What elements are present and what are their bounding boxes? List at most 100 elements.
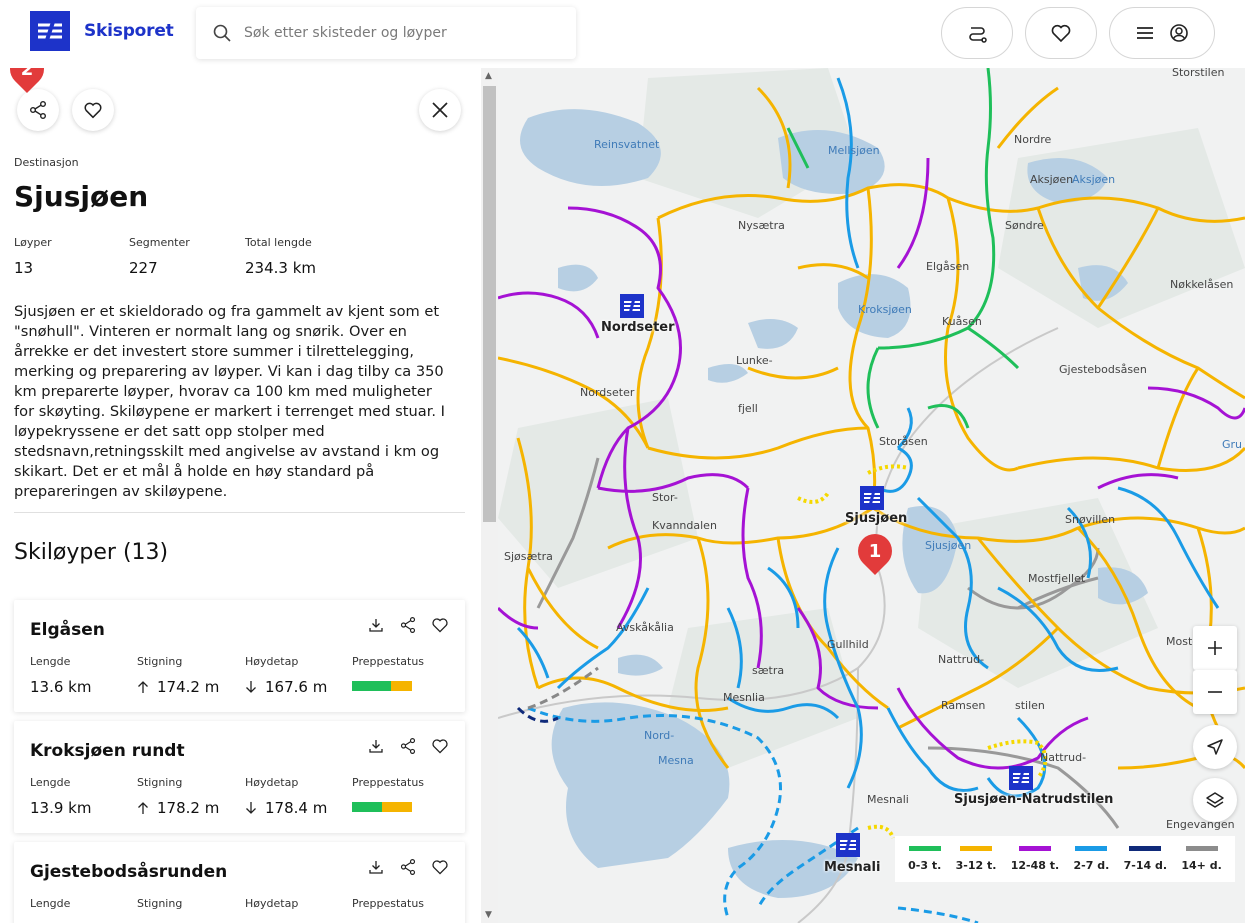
layers-button[interactable] xyxy=(1193,778,1237,822)
length-label: Lengde xyxy=(30,897,71,910)
zoom-out-button[interactable] xyxy=(1193,670,1237,714)
place-label: Nord- xyxy=(644,729,675,742)
place-label: Storstilen xyxy=(1172,68,1225,79)
zoom-in-icon xyxy=(1208,641,1222,655)
route-button[interactable] xyxy=(941,7,1013,59)
place-label: Elgåsen xyxy=(926,260,970,273)
destination-marker-icon[interactable] xyxy=(620,294,644,318)
place-label: Ramsen xyxy=(941,699,986,712)
legend-item: 12-48 t. xyxy=(1011,846,1059,872)
place-label: Nøkkelåsen xyxy=(1170,278,1234,291)
zoom-in-button[interactable] xyxy=(1193,626,1237,670)
destination-marker-icon[interactable] xyxy=(836,833,860,857)
trail-descent: 167.6 m xyxy=(265,678,328,696)
place-label: Sjusjøen xyxy=(845,511,908,526)
favorite-destination-button[interactable] xyxy=(72,89,114,131)
place-label: sætra xyxy=(752,664,785,677)
place-label: Engevangen xyxy=(1166,818,1235,831)
descent-label: Høydetap xyxy=(245,897,299,910)
prep-yellow-segment xyxy=(391,681,412,691)
legend-swatch xyxy=(1185,846,1218,851)
scroll-thumb[interactable] xyxy=(483,86,496,522)
annotation-pin-number: 1 xyxy=(868,540,882,562)
prep-yellow-segment xyxy=(382,802,412,812)
brand-logo[interactable]: Skisporet xyxy=(30,11,174,51)
place-label: Nordseter xyxy=(580,386,635,399)
trail-ascent: 174.2 m xyxy=(157,678,220,696)
share-icon[interactable] xyxy=(399,858,417,876)
stat-label-segments: Segmenter xyxy=(129,236,190,249)
search-box[interactable] xyxy=(196,7,576,59)
legend-label: 0-3 t. xyxy=(908,859,942,872)
favorites-button[interactable] xyxy=(1025,7,1097,59)
trail-ascent: 178.2 m xyxy=(157,799,220,817)
trail-name: Elgåsen xyxy=(30,620,105,640)
account-icon xyxy=(1170,24,1188,42)
prep-green-segment xyxy=(352,681,391,691)
trail-card[interactable]: Kroksjøen rundt Lengde Stigning Høydetap… xyxy=(14,721,465,833)
heart-icon[interactable] xyxy=(431,858,449,876)
arrow-down-icon xyxy=(246,681,256,693)
legend-item: 0-3 t. xyxy=(908,846,941,872)
stat-value-trails: 13 xyxy=(14,259,34,277)
place-label: Avskåkålia xyxy=(616,621,674,634)
share-icon xyxy=(30,101,46,119)
place-label: Sjusjøen-Natrudstilen xyxy=(954,792,1114,807)
legend-swatch xyxy=(1018,846,1051,851)
stat-label-trails: Løyper xyxy=(14,236,52,249)
search-icon xyxy=(213,24,231,42)
trail-card[interactable]: Gjestebodsåsrunden Lengde Stigning Høyde… xyxy=(14,842,465,923)
place-label: Nattrud- xyxy=(938,653,985,666)
place-label: Lunke- xyxy=(736,354,773,367)
download-icon[interactable] xyxy=(367,858,385,876)
stat-value-total-length: 234.3 km xyxy=(245,259,317,277)
heart-icon[interactable] xyxy=(431,616,449,634)
trail-card[interactable]: Elgåsen Lengde Stigning Høydetap Preppes… xyxy=(14,600,465,712)
place-label: Mesna xyxy=(658,754,694,767)
trail-map[interactable]: 1 Storstilen Reinsvatnet Mellsjøen Nordr… xyxy=(498,68,1245,923)
heart-icon[interactable] xyxy=(431,737,449,755)
locate-button[interactable] xyxy=(1193,725,1237,769)
trail-name: Gjestebodsåsrunden xyxy=(30,862,228,882)
download-icon[interactable] xyxy=(367,616,385,634)
legend-item: 14+ d. xyxy=(1181,846,1222,872)
panel-scrollbar[interactable]: ▲ ▼ xyxy=(481,68,498,923)
legend-swatch xyxy=(960,846,993,851)
legend-item: 2-7 d. xyxy=(1073,846,1110,872)
legend-item: 7-14 d. xyxy=(1124,846,1167,872)
legend-swatch xyxy=(908,846,941,851)
destination-marker-icon[interactable] xyxy=(860,486,884,510)
skisporet-logo-mark xyxy=(30,11,70,51)
place-label: Gru xyxy=(1222,438,1243,451)
heart-icon xyxy=(1051,24,1071,43)
trail-descent: 178.4 m xyxy=(265,799,328,817)
close-panel-button[interactable] xyxy=(419,89,461,131)
share-icon[interactable] xyxy=(399,616,417,634)
legend-label: 2-7 d. xyxy=(1073,859,1110,872)
destination-marker-icon[interactable] xyxy=(1009,766,1033,790)
share-icon[interactable] xyxy=(399,737,417,755)
place-label: Gjestebodsåsen xyxy=(1059,363,1147,376)
brand-name: Skisporet xyxy=(84,21,174,41)
prep-legend: 0-3 t. 3-12 t. 12-48 t. 2-7 d. 7-14 d. 1… xyxy=(895,836,1235,882)
scroll-up-arrow[interactable]: ▲ xyxy=(485,71,492,81)
download-icon[interactable] xyxy=(367,737,385,755)
prep-status-bar xyxy=(352,681,412,691)
menu-account-button[interactable] xyxy=(1109,7,1215,59)
destination-type-label: Destinasjon xyxy=(14,156,79,169)
place-label: Mellsjøen xyxy=(828,144,880,157)
place-label: Mesnlia xyxy=(723,691,765,704)
place-label: Stor- xyxy=(652,491,678,504)
place-label: Snøvillen xyxy=(1065,513,1116,526)
layers-icon xyxy=(1206,792,1224,808)
top-header: Skisporet xyxy=(0,0,1245,68)
legend-label: 7-14 d. xyxy=(1123,859,1168,872)
prep-green-segment xyxy=(352,802,382,812)
length-label: Lengde xyxy=(30,655,71,668)
scroll-down-arrow[interactable]: ▼ xyxy=(485,910,492,920)
search-input[interactable] xyxy=(244,25,544,41)
place-label: Sjøsætra xyxy=(504,550,553,563)
annotation-pin-2: 2 xyxy=(2,68,52,98)
locate-icon xyxy=(1207,739,1223,755)
stat-value-segments: 227 xyxy=(129,259,158,277)
